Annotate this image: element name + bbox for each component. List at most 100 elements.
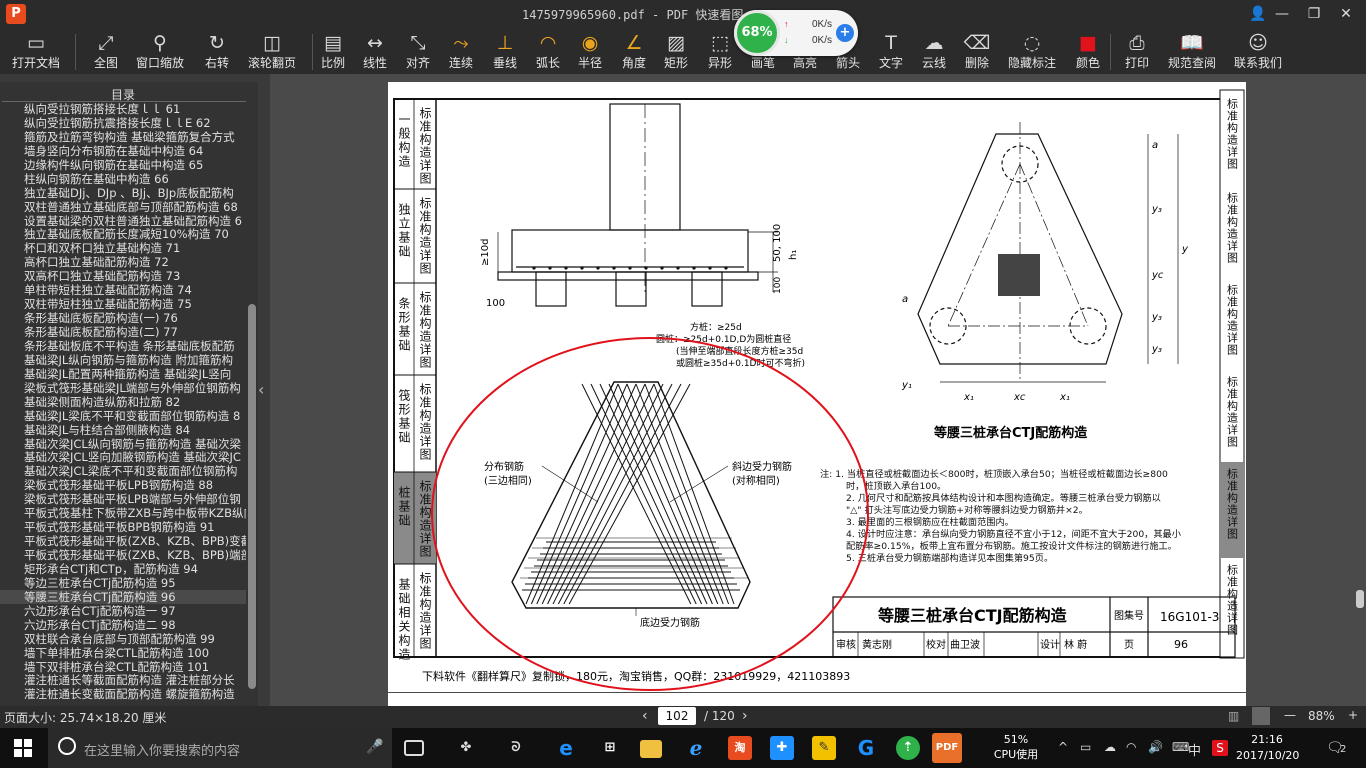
toc-item[interactable]: 设置基础梁的双柱普通独立基础配筋构造 6 <box>0 214 246 228</box>
cloud-button[interactable]: ☁ 云线 <box>918 30 950 74</box>
toc-item[interactable]: 双柱普通独立基础底部与顶部配筋构造 68 <box>0 200 246 214</box>
toc-item[interactable]: 柱纵向钢筋在基础中构造 66 <box>0 172 246 186</box>
toc-item[interactable]: 平板式筏基柱下板带ZXB与跨中板带KZB纵向 <box>0 506 246 520</box>
toc-item[interactable]: 墙身竖向分布钢筋在基础中构造 64 <box>0 144 246 158</box>
maximize-button[interactable]: ❐ <box>1304 4 1324 24</box>
side-detail-tab[interactable]: 标准构造详图 <box>418 291 432 369</box>
hide-markup-button[interactable]: ◌ 隐藏标注 <box>1004 30 1060 74</box>
toc-item[interactable]: 梁板式筏形基础平板LPB钢筋构造 88 <box>0 478 246 492</box>
toc-item[interactable]: 灌注桩通长变截面配筋构造 螺旋箍筋构造 <box>0 687 246 701</box>
side-detail-tab[interactable]: 标准构造详图 <box>418 572 432 650</box>
standards-button[interactable]: 📖 规范查阅 <box>1164 30 1220 74</box>
toc-item[interactable]: 箍筋及拉筋弯钩构造 基础梁箍筋复合方式 <box>0 130 246 144</box>
toc-item[interactable]: 平板式筏形基础平板(ZXB、KZB、BPB)端部 <box>0 548 246 562</box>
vertical-scrollbar[interactable] <box>1356 590 1364 608</box>
toc-item[interactable]: 纵向受拉钢筋抗震搭接长度ｌｌE 62 <box>0 116 246 130</box>
tray-chevron-icon[interactable]: ^ <box>1058 740 1068 754</box>
windows-start-icon[interactable] <box>14 739 32 757</box>
microphone-icon[interactable]: 🎤 <box>366 739 383 755</box>
user-icon[interactable]: 👤 <box>1248 4 1268 24</box>
toc-item[interactable]: 单柱带短柱独立基础配筋构造 74 <box>0 283 246 297</box>
toc-item[interactable]: 基础次梁JCL竖向加腋钢筋构造 基础次梁JC <box>0 450 246 464</box>
toc-item[interactable]: 平板式筏形基础平板(ZXB、KZB、BPB)变截 <box>0 534 246 548</box>
app-pinwheel-icon[interactable]: ✤ <box>454 736 478 760</box>
side-detail-tab[interactable]: 标准构造详图 <box>418 480 432 558</box>
wheel-page-button[interactable]: ◫ 滚轮翻页 <box>244 30 300 74</box>
toc-item[interactable]: 基础梁JL与柱结合部侧腋构造 84 <box>0 423 246 437</box>
next-page-icon[interactable]: › <box>742 708 748 724</box>
toc-item[interactable]: 独立基础底板配筋长度减短10%构造 70 <box>0 227 246 241</box>
zoom-in-button[interactable]: + <box>1348 708 1358 722</box>
app-g-icon[interactable]: G <box>854 736 878 760</box>
app-swirl-icon[interactable]: ᘐ <box>504 736 528 760</box>
side-category-tab[interactable]: 基础相关构造 <box>397 578 411 662</box>
tray-keyboard-icon[interactable]: ⌨ <box>1172 740 1189 754</box>
single-page-icon[interactable]: ▥ <box>1228 709 1239 723</box>
radius-button[interactable]: ◉ 半径 <box>574 30 606 74</box>
toc-item[interactable]: 等边三桩承台CTj配筋构造 95 <box>0 576 246 590</box>
zoom-level[interactable]: 88% <box>1308 709 1335 723</box>
toc-item[interactable]: 基础梁侧面构造纵筋和拉筋 82 <box>0 395 246 409</box>
delete-button[interactable]: ⌫ 删除 <box>961 30 993 74</box>
toc-item[interactable]: 墙下单排桩承台梁CTL配筋构造 100 <box>0 646 246 660</box>
toc-item[interactable]: 梁板式筏形基础梁JL端部与外伸部位钢筋构 <box>0 381 246 395</box>
speed-widget[interactable]: 68% ↑ 0K/s ↓ 0K/s + <box>734 10 858 56</box>
continuous-page-icon[interactable] <box>1252 707 1270 725</box>
side-category-tab[interactable]: 一般构造 <box>397 113 411 169</box>
speed-percent[interactable]: 68% <box>734 10 780 56</box>
minimize-button[interactable]: — <box>1272 4 1292 24</box>
tray-cloud-icon[interactable]: ☁ <box>1104 740 1116 754</box>
document-viewport[interactable]: 一般构造 独立基础 条形基础 筏形基础 桩基础 基础相关构造 标准构造详图 标准构造详图 标准… <box>270 74 1366 706</box>
polygon-button[interactable]: ⬚ 异形 <box>704 30 736 74</box>
angle-button[interactable]: ∠ 角度 <box>618 30 650 74</box>
toc-item[interactable]: 纵向受拉钢筋搭接长度ｌｌ 61 <box>0 102 246 116</box>
scale-button[interactable]: ▤ 比例 <box>317 30 349 74</box>
tray-s-icon[interactable]: S <box>1212 740 1228 756</box>
color-button[interactable]: ■ 颜色 <box>1072 30 1104 74</box>
side-category-tab[interactable]: 筏形基础 <box>397 389 411 445</box>
edge-browser-icon[interactable]: e <box>554 736 578 760</box>
window-zoom-button[interactable]: ⚲ 窗口缩放 <box>132 30 188 74</box>
side-category-tab[interactable]: 独立基础 <box>397 203 411 259</box>
right-detail-tab[interactable]: 标准构造详图 <box>1226 191 1239 264</box>
store-icon[interactable]: ⊞ <box>598 736 622 760</box>
pdf-viewer-taskbar-icon[interactable]: PDF <box>932 733 962 763</box>
toc-item[interactable]: 矩形承台CTj和CTp，配筋构造 94 <box>0 562 246 576</box>
app-plus-icon[interactable]: ✚ <box>770 736 794 760</box>
toc-item[interactable]: 高杯口独立基础配筋构造 72 <box>0 255 246 269</box>
ie-browser-icon[interactable]: ℯ <box>684 736 708 760</box>
toc-item[interactable]: 条形基础底板配筋构造(二) 77 <box>0 325 246 339</box>
app-note-icon[interactable]: ✎ <box>812 736 836 760</box>
toc-item[interactable]: 梁板式筏形基础平板LPB端部与外伸部位钢 <box>0 492 246 506</box>
toc-item[interactable]: 基础次梁JCL纵向钢筋与箍筋构造 基础次梁 <box>0 437 246 451</box>
open-button[interactable]: ▭ 打开文档 <box>8 30 64 74</box>
rotate-right-button[interactable]: ↻ 右转 <box>201 30 233 74</box>
zoom-out-button[interactable]: — <box>1284 708 1296 722</box>
taobao-icon[interactable]: 淘 <box>728 736 752 760</box>
taskbar-clock[interactable]: 21:16 2017/10/20 <box>1236 732 1299 764</box>
app-logo-icon[interactable]: P <box>6 4 26 24</box>
side-detail-tab[interactable]: 标准构造详图 <box>418 107 432 185</box>
page-number-input[interactable]: 102 <box>658 707 696 725</box>
close-button[interactable]: ✕ <box>1336 4 1356 24</box>
toc-item[interactable]: 基础次梁JCL梁底不平和变截面部位钢筋构 <box>0 464 246 478</box>
speed-plus-icon[interactable]: + <box>836 24 854 42</box>
app-speed-icon[interactable]: ⇡ <box>896 736 920 760</box>
right-detail-tab[interactable]: 标准构造详图 <box>1226 97 1239 170</box>
right-detail-tab[interactable]: 标准构造详图 <box>1226 375 1239 448</box>
ime-indicator[interactable]: 中 <box>1188 740 1201 759</box>
tray-speaker-icon[interactable]: 🔊 <box>1148 740 1163 754</box>
toc-item[interactable]: 杯口和双杯口独立基础构造 71 <box>0 241 246 255</box>
prev-page-icon[interactable]: ‹ <box>642 708 648 724</box>
toc-item[interactable]: 基础梁JL纵向钢筋与箍筋构造 附加箍筋构 <box>0 353 246 367</box>
toc-item[interactable]: 六边形承台CTj配筋构造一 97 <box>0 604 246 618</box>
toc-item[interactable]: 六边形承台CTj配筋构造二 98 <box>0 618 246 632</box>
toc-item[interactable]: 双柱带短柱独立基础配筋构造 75 <box>0 297 246 311</box>
side-detail-tab[interactable]: 标准构造详图 <box>418 197 432 275</box>
side-detail-tab[interactable]: 标准构造详图 <box>418 383 432 461</box>
toc-scrollbar[interactable] <box>248 304 256 689</box>
annotation-ellipse[interactable] <box>431 337 869 691</box>
tray-wifi-icon[interactable]: ◠ <box>1126 740 1136 754</box>
toc-item[interactable]: 双柱联合承台底部与顶部配筋构造 99 <box>0 632 246 646</box>
right-detail-tab[interactable]: 标准构造详图 <box>1226 283 1239 356</box>
